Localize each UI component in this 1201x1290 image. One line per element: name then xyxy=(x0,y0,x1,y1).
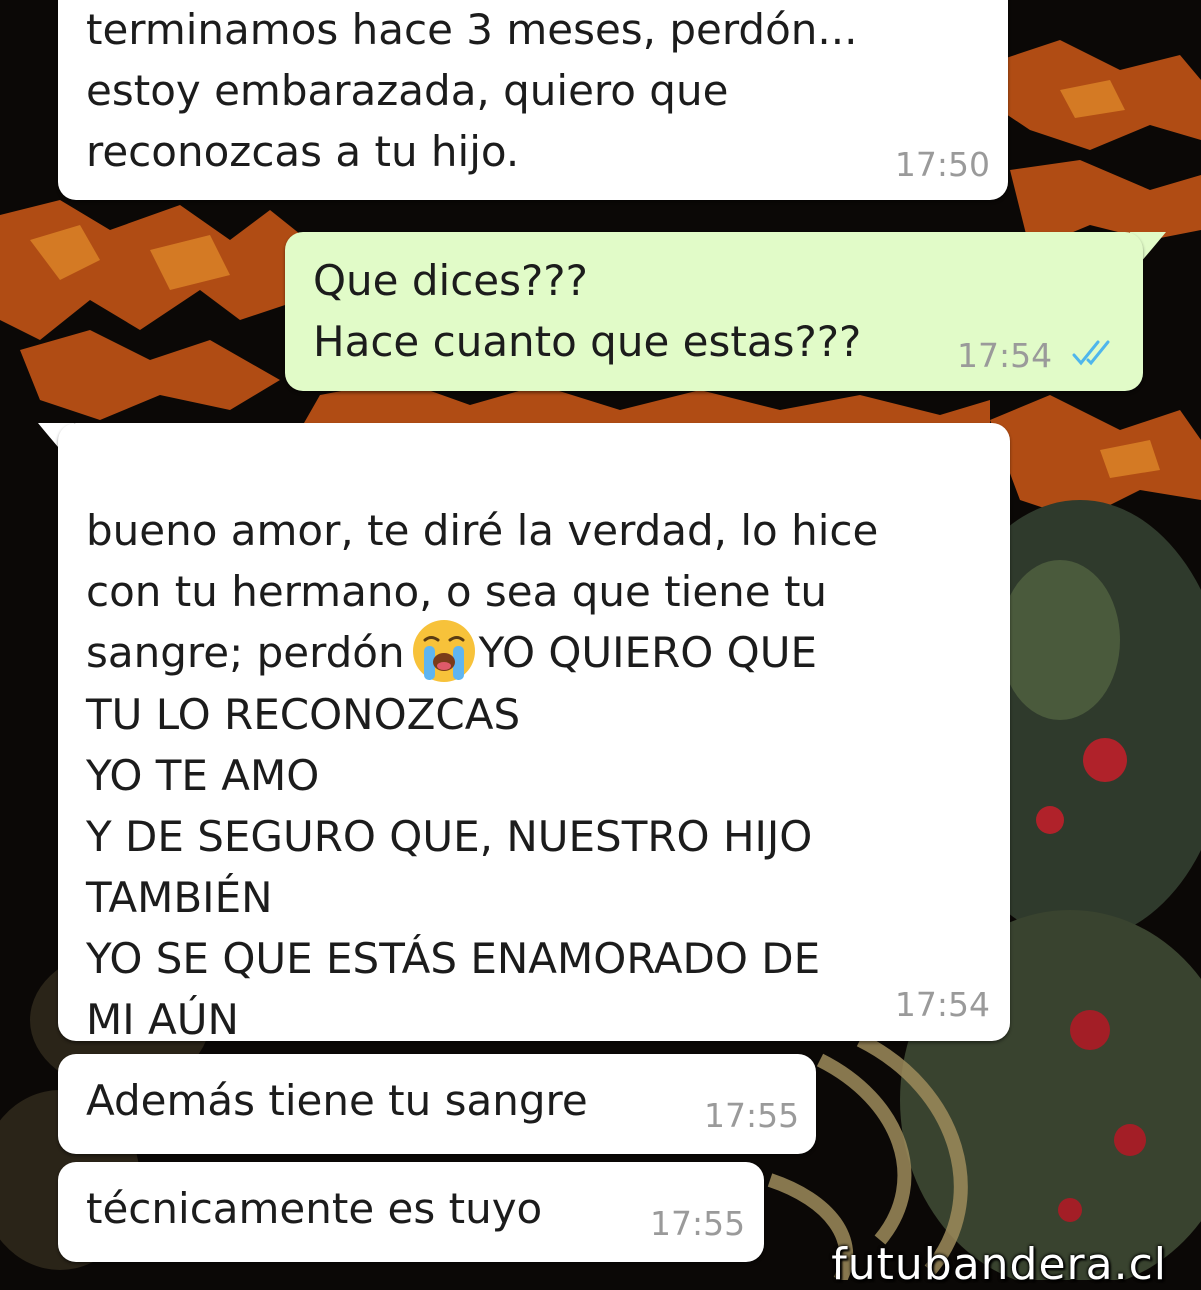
message-timestamp: 17:50 xyxy=(894,145,990,184)
message-timestamp: 17:55 xyxy=(650,1204,746,1243)
message-text: Que dices??? Hace cuanto que estas??? xyxy=(313,256,862,366)
message-bubble-incoming[interactable]: terminamos hace 3 meses, perdón... estoy… xyxy=(58,0,1008,200)
message-text: terminamos hace 3 meses, perdón... estoy… xyxy=(86,5,858,176)
message-text: Además tiene tu sangre xyxy=(86,1076,588,1125)
message-bubble-incoming[interactable]: técnicamente es tuyo 17:55 xyxy=(58,1162,764,1262)
loudly-crying-face-icon xyxy=(412,619,475,682)
message-timestamp: 17:54 xyxy=(957,336,1053,375)
message-text-part: YO QUIERO QUE TU LO RECONOZCAS YO TE AMO… xyxy=(86,628,821,1044)
double-check-icon xyxy=(1072,340,1110,366)
message-text: técnicamente es tuyo xyxy=(86,1184,543,1233)
message-text: bueno amor, te diré la verdad, lo hice c… xyxy=(86,439,986,1050)
message-bubble-incoming[interactable]: Además tiene tu sangre 17:55 xyxy=(58,1054,816,1154)
message-timestamp: 17:55 xyxy=(704,1096,800,1135)
watermark: futubandera.cl xyxy=(831,1239,1167,1290)
message-bubble-incoming[interactable]: bueno amor, te diré la verdad, lo hice c… xyxy=(58,423,1010,1044)
message-timestamp: 17:54 xyxy=(894,985,990,1024)
message-bubble-outgoing[interactable]: Que dices??? Hace cuanto que estas??? 17… xyxy=(285,232,1143,391)
